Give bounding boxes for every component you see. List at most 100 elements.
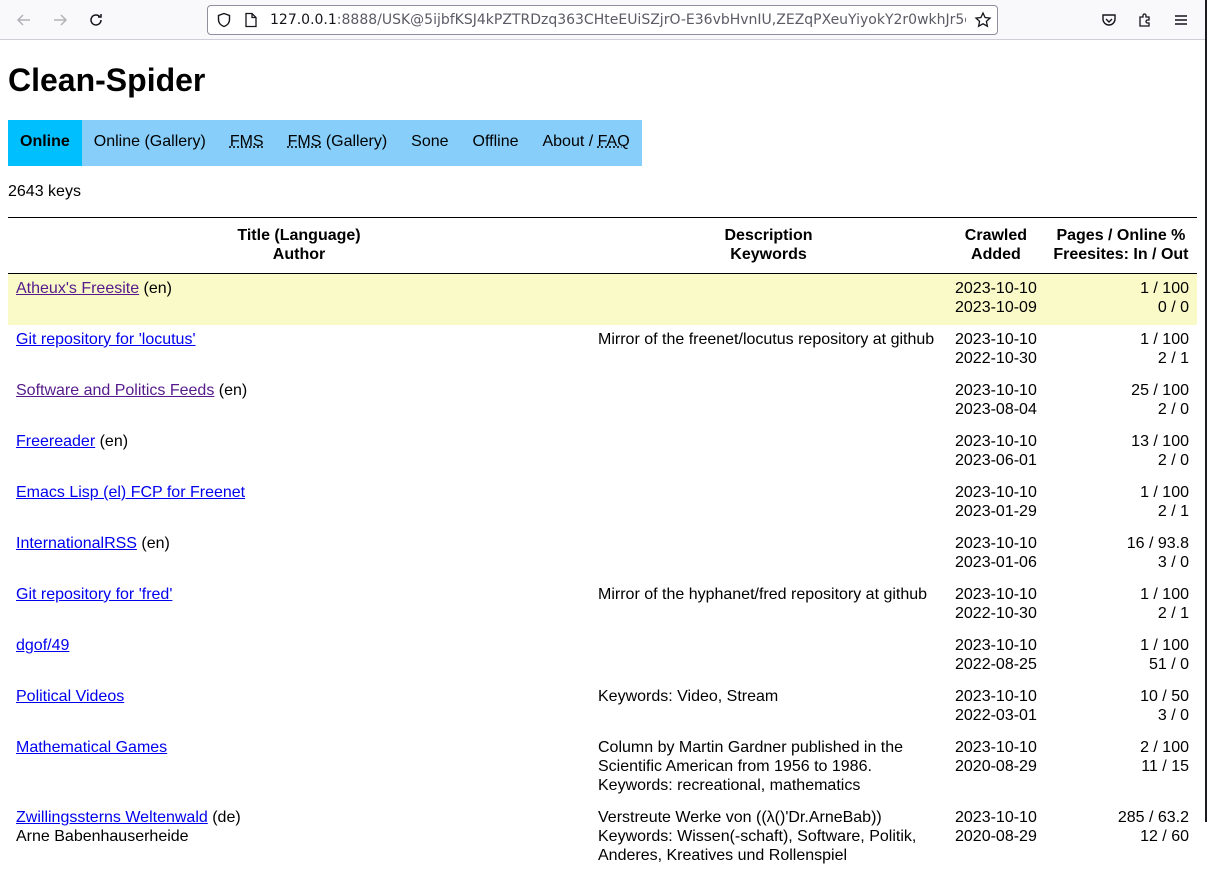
reload-button[interactable] <box>84 8 108 32</box>
menu-item-sone[interactable]: Sone <box>399 120 460 166</box>
crawled-date: 2023-10-10 <box>955 433 1037 450</box>
site-dates: 2023-10-10 2022-10-30 <box>947 580 1045 631</box>
site-description: Mirror of the hyphanet/fred repository a… <box>598 586 928 603</box>
site-author: Arne Babenhauserheide <box>16 828 189 845</box>
menu-item-offline[interactable]: Offline <box>461 120 531 166</box>
site-stats: 13 / 100 2 / 0 <box>1045 427 1197 478</box>
added-date: 2023-08-04 <box>955 401 1037 418</box>
freesites-in-out: 2 / 1 <box>1157 350 1189 367</box>
site-title-cell: InternationalRSS (en) <box>8 529 590 580</box>
faq-abbr: FAQ <box>597 133 630 150</box>
freesites-in-out: 51 / 0 <box>1148 656 1189 673</box>
site-description <box>590 529 947 580</box>
site-description <box>590 273 947 325</box>
added-date: 2022-03-01 <box>955 707 1037 724</box>
table-row: Software and Politics Feeds (en) 2023-10-… <box>8 376 1197 427</box>
pages-online: 1 / 100 <box>1140 637 1189 654</box>
table-row: Git repository for 'locutus' Mirror of th… <box>8 325 1197 376</box>
back-button[interactable] <box>12 8 36 32</box>
site-link[interactable]: Zwillingssterns Weltenwald <box>16 809 208 826</box>
site-stats: 16 / 93.8 3 / 0 <box>1045 529 1197 580</box>
site-title-cell: Mathematical Games <box>8 733 590 803</box>
menu-item-online-gallery[interactable]: Online (Gallery) <box>82 120 218 166</box>
table-row: Zwillingssterns Weltenwald (de) Arne Babe… <box>8 803 1197 873</box>
pocket-button[interactable] <box>1097 8 1121 32</box>
site-link[interactable]: Atheux's Freesite <box>16 280 139 297</box>
menu-item-online[interactable]: Online <box>8 120 82 166</box>
site-dates: 2023-10-10 2023-06-01 <box>947 427 1045 478</box>
crawled-date: 2023-10-10 <box>955 280 1037 297</box>
forward-arrow-icon <box>54 14 68 26</box>
site-title-cell: Git repository for 'locutus' <box>8 325 590 376</box>
site-stats: 1 / 100 2 / 1 <box>1045 325 1197 376</box>
table-row: Freereader (en) 2023-10-10 2023-06-01 13 / … <box>8 427 1197 478</box>
site-title-cell: dgof/49 <box>8 631 590 682</box>
shield-icon[interactable] <box>216 12 232 28</box>
site-link[interactable]: Software and Politics Feeds <box>16 382 214 399</box>
site-stats: 1 / 100 0 / 0 <box>1044 273 1197 325</box>
table-row: Atheux's Freesite (en) 2023-10-10 2023-10-… <box>8 273 1197 325</box>
table-header-row: Title (Language) Author Description Keywor… <box>8 217 1197 274</box>
site-dates: 2023-10-10 2022-10-30 <box>947 325 1045 376</box>
site-link[interactable]: InternationalRSS <box>16 535 137 552</box>
site-dates: 2023-10-10 2023-08-04 <box>947 376 1045 427</box>
site-language: (en) <box>95 433 129 450</box>
added-date: 2020-08-29 <box>955 758 1037 775</box>
added-date: 2022-10-30 <box>955 605 1037 622</box>
crawled-date: 2023-10-10 <box>955 637 1037 654</box>
site-link[interactable]: Git repository for 'fred' <box>16 586 172 603</box>
site-link[interactable]: Git repository for 'locutus' <box>16 331 196 348</box>
extensions-button[interactable] <box>1133 8 1157 32</box>
hamburger-menu-icon <box>1175 15 1187 25</box>
page-icon[interactable] <box>244 12 258 28</box>
site-description <box>590 376 947 427</box>
site-link[interactable]: Emacs Lisp (el) FCP for Freenet <box>16 484 245 501</box>
site-menu: Online Online (Gallery) FMS FMS (Gallery… <box>8 120 642 166</box>
added-date: 2023-01-06 <box>955 554 1037 571</box>
reload-icon <box>90 14 102 26</box>
added-date: 2022-08-25 <box>955 656 1037 673</box>
site-link[interactable]: Mathematical Games <box>16 739 167 756</box>
site-stats: 25 / 100 2 / 0 <box>1045 376 1197 427</box>
site-dates: 2023-10-10 2023-01-29 <box>947 478 1045 529</box>
site-language: (de) <box>207 809 241 826</box>
header-description-keywords: Description Keywords <box>590 217 947 274</box>
site-language: (en) <box>136 535 170 552</box>
site-title-cell: Freereader (en) <box>8 427 590 478</box>
forward-button[interactable] <box>48 8 72 32</box>
site-title-cell: Atheux's Freesite (en) <box>8 273 590 325</box>
site-stats: 1 / 100 2 / 1 <box>1045 580 1197 631</box>
added-date: 2023-06-01 <box>955 452 1037 469</box>
fms-abbr: FMS <box>287 133 322 150</box>
url-bar[interactable]: 127.0.0.1:8888/USK@5ijbfKSJ4kPZTRDzq363C… <box>207 5 998 35</box>
pages-online: 16 / 93.8 <box>1126 535 1189 552</box>
site-language: (en) <box>139 280 173 297</box>
url-text[interactable]: 127.0.0.1:8888/USK@5ijbfKSJ4kPZTRDzq363C… <box>270 12 966 28</box>
crawled-date: 2023-10-10 <box>955 739 1037 756</box>
back-arrow-icon <box>16 14 30 26</box>
app-menu-button[interactable] <box>1169 8 1193 32</box>
site-link[interactable]: dgof/49 <box>16 637 69 654</box>
site-link[interactable]: Freereader <box>16 433 95 450</box>
site-dates: 2023-10-10 2020-08-29 <box>947 803 1045 873</box>
site-dates: 2023-10-10 2023-01-06 <box>947 529 1045 580</box>
site-description: Verstreute Werke von ((λ()'Dr.ArneBab)) … <box>598 809 917 864</box>
added-date: 2020-08-29 <box>955 828 1037 845</box>
crawled-date: 2023-10-10 <box>955 688 1037 705</box>
freesite-table: Title (Language) Author Description Keywor… <box>8 217 1197 873</box>
freesites-in-out: 12 / 60 <box>1140 828 1189 845</box>
menu-item-fms[interactable]: FMS <box>218 120 276 166</box>
freesites-in-out: 3 / 0 <box>1157 554 1189 571</box>
menu-item-about-faq[interactable]: About / FAQ <box>530 120 641 166</box>
crawled-date: 2023-10-10 <box>955 809 1037 826</box>
bookmark-star-icon[interactable] <box>974 11 992 29</box>
freesites-in-out: 2 / 0 <box>1157 452 1189 469</box>
site-title-cell: Zwillingssterns Weltenwald (de) Arne Babe… <box>8 803 590 873</box>
site-description <box>590 427 947 478</box>
site-stats: 2 / 100 11 / 15 <box>1045 733 1197 803</box>
header-crawled-added: Crawled Added <box>947 217 1045 274</box>
site-dates: 2023-10-10 2023-10-09 <box>947 273 1045 325</box>
menu-item-fms-gallery[interactable]: FMS (Gallery) <box>276 120 400 166</box>
freesites-in-out: 2 / 1 <box>1157 503 1189 520</box>
site-link[interactable]: Political Videos <box>16 688 124 705</box>
